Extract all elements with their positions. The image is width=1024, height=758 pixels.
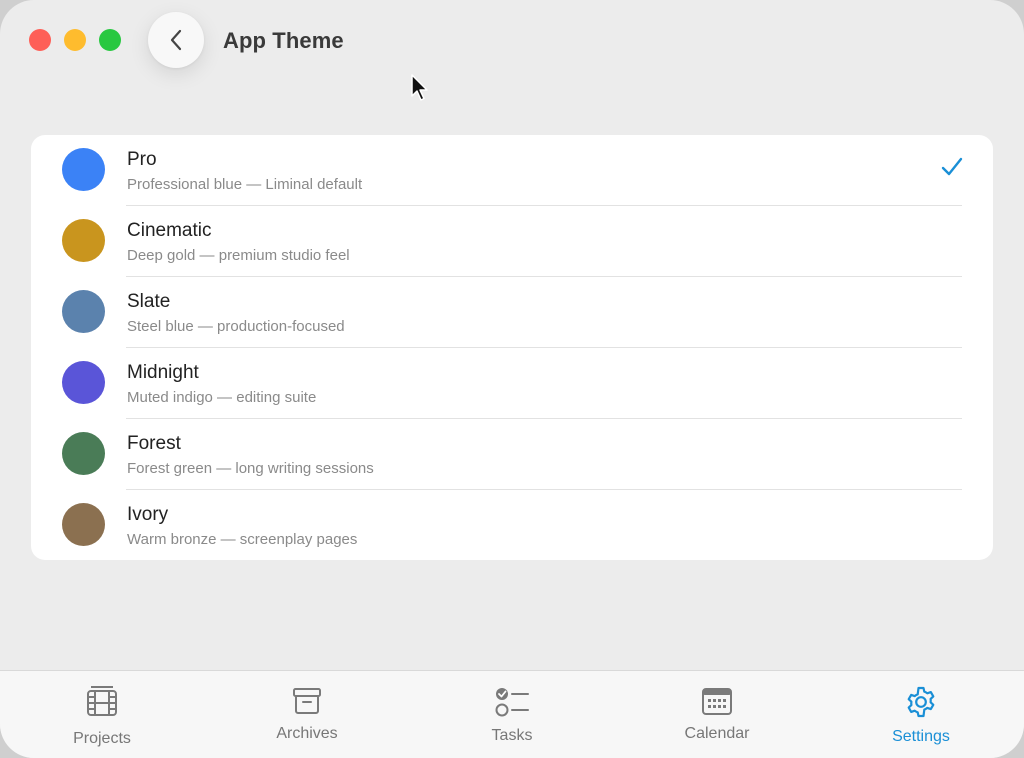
tab-archives[interactable]: Archives — [247, 671, 367, 758]
chevron-left-icon — [170, 29, 182, 51]
tab-label: Tasks — [491, 727, 533, 744]
theme-name: Forest — [127, 433, 181, 454]
theme-name: Cinematic — [127, 220, 212, 241]
theme-row-midnight[interactable]: Midnight Muted indigo — editing suite — [31, 348, 993, 419]
tab-projects[interactable]: Projects — [42, 671, 162, 758]
page-title: App Theme — [223, 28, 344, 53]
tab-bar: Projects Archives Tasks Calendar Setting… — [0, 670, 1024, 758]
app-window: App Theme Pro Professional blue — Limina… — [0, 0, 1024, 758]
theme-row-pro[interactable]: Pro Professional blue — Liminal default — [31, 135, 993, 206]
theme-name: Slate — [127, 291, 171, 312]
checkmark-icon — [941, 157, 963, 176]
theme-swatch — [62, 290, 105, 333]
theme-description: Professional blue — Liminal default — [127, 176, 363, 193]
theme-name: Ivory — [127, 504, 169, 525]
theme-swatch — [62, 361, 105, 404]
theme-description: Warm bronze — screenplay pages — [127, 531, 358, 548]
theme-name: Midnight — [127, 362, 199, 383]
tab-label: Settings — [892, 728, 950, 745]
tab-tasks[interactable]: Tasks — [452, 671, 572, 758]
theme-swatch — [62, 219, 105, 262]
tab-label: Calendar — [684, 725, 750, 742]
window-controls — [29, 29, 121, 51]
mouse-pointer-icon — [411, 74, 428, 101]
minimize-window-button[interactable] — [64, 29, 86, 51]
theme-list: Pro Professional blue — Liminal default … — [31, 135, 993, 560]
archive-box-icon — [293, 688, 321, 714]
theme-description: Deep gold — premium studio feel — [127, 247, 350, 264]
close-window-button[interactable] — [29, 29, 51, 51]
tab-label: Projects — [73, 730, 131, 747]
zoom-window-button[interactable] — [99, 29, 121, 51]
theme-row-cinematic[interactable]: Cinematic Deep gold — premium studio fee… — [31, 206, 993, 277]
tab-label: Archives — [276, 725, 338, 742]
checklist-icon — [495, 688, 529, 717]
tab-calendar[interactable]: Calendar — [657, 671, 777, 758]
theme-row-slate[interactable]: Slate Steel blue — production-focused — [31, 277, 993, 348]
calendar-icon — [702, 688, 732, 715]
theme-description: Steel blue — production-focused — [127, 318, 345, 335]
theme-description: Muted indigo — editing suite — [127, 389, 317, 406]
tab-settings[interactable]: Settings — [861, 671, 981, 758]
theme-description: Forest green — long writing sessions — [127, 460, 374, 477]
film-icon — [87, 686, 117, 716]
theme-swatch — [62, 503, 105, 546]
theme-swatch — [62, 148, 105, 191]
theme-row-ivory[interactable]: Ivory Warm bronze — screenplay pages — [31, 490, 993, 561]
theme-swatch — [62, 432, 105, 475]
back-button[interactable] — [148, 12, 204, 68]
theme-name: Pro — [127, 149, 157, 170]
theme-row-forest[interactable]: Forest Forest green — long writing sessi… — [31, 419, 993, 490]
gear-icon — [907, 686, 935, 718]
